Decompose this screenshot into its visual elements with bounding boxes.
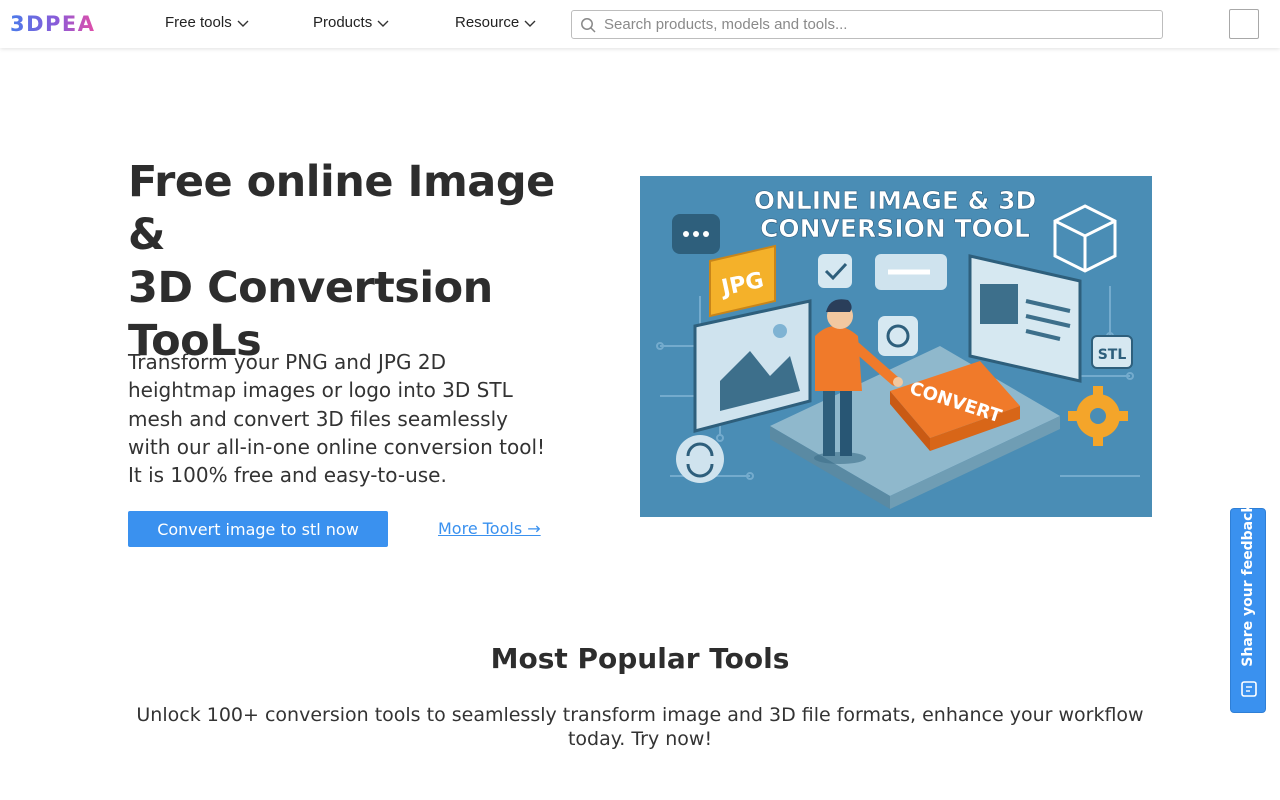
chevron-down-icon xyxy=(377,20,389,27)
feedback-tab[interactable]: Share your feedback xyxy=(1230,503,1266,713)
section-description: Unlock 100+ conversion tools to seamless… xyxy=(136,704,1144,750)
search-input[interactable] xyxy=(604,16,1162,33)
section-title: Most Popular Tools xyxy=(490,642,790,675)
site-logo[interactable]: 3DPEA xyxy=(10,12,108,36)
convert-image-to-stl-button[interactable]: Convert image to stl now xyxy=(128,511,388,547)
nav-free-tools[interactable]: Free tools xyxy=(165,14,250,31)
account-button[interactable] xyxy=(1229,9,1259,39)
hero-title: Free online Image & 3D Convertsion TooLs xyxy=(128,156,568,368)
hero-title-line: Free online Image & xyxy=(128,157,555,260)
hero-title-line: 3D Convertsion xyxy=(128,263,493,313)
search-icon xyxy=(581,17,596,33)
nav-products[interactable]: Products xyxy=(313,14,390,31)
illustration-headline: CONVERSION TOOL xyxy=(760,214,1030,243)
hero-description: Transform your PNG and JPG 2D heightmap … xyxy=(128,350,546,488)
nav-resource[interactable]: Resource xyxy=(455,14,537,31)
more-tools-link[interactable]: More Tools → xyxy=(438,519,541,538)
hero-illustration: ONLINE IMAGE & 3D CONVERSION TOOL JPG ST… xyxy=(640,176,1152,517)
logo-text: 3DPEA xyxy=(10,12,96,36)
stl-label: STL xyxy=(1098,347,1127,363)
nav-label: Products xyxy=(313,14,373,31)
nav-label: Resource xyxy=(455,14,520,31)
chevron-down-icon xyxy=(237,20,249,27)
search-bar[interactable] xyxy=(571,10,1163,39)
nav-label: Free tools xyxy=(165,14,232,31)
feedback-label: Share your feedback xyxy=(1240,503,1256,667)
illustration-headline: ONLINE IMAGE & 3D xyxy=(754,186,1037,215)
feedback-icon xyxy=(1241,681,1257,697)
top-header: 3DPEA Free tools Products Resource xyxy=(0,0,1280,48)
chevron-down-icon xyxy=(524,20,536,27)
